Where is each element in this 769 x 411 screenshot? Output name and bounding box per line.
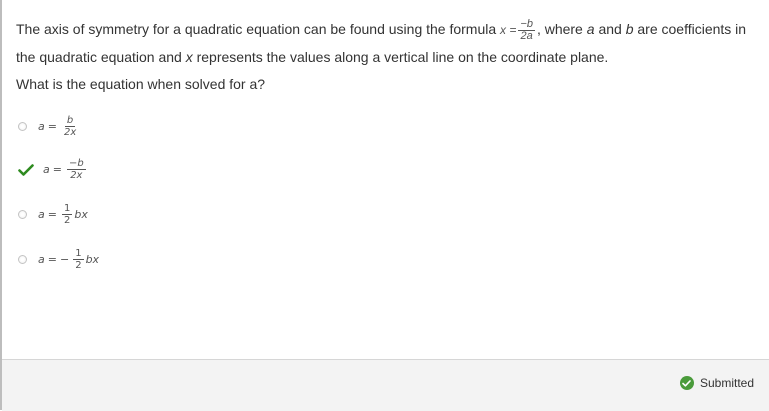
- question-text: The axis of symmetry for a quadratic equ…: [16, 16, 761, 71]
- question-text-part: and: [598, 21, 622, 37]
- option-expression: a = 1 2 bx: [38, 203, 88, 226]
- check-circle-icon: [679, 376, 694, 390]
- formula-lhs: x =: [500, 23, 517, 37]
- option-tail: bx: [85, 253, 100, 266]
- answer-option-4[interactable]: a = − 1 2 bx: [18, 248, 99, 271]
- option-lhs: a: [38, 253, 45, 266]
- radio-button[interactable]: [18, 210, 27, 219]
- option-numerator: 1: [73, 248, 84, 260]
- option-equals: =: [47, 120, 57, 133]
- option-equals: =: [47, 253, 57, 266]
- answer-option-2[interactable]: a = −b 2x: [18, 158, 88, 181]
- option-denominator: 2: [63, 215, 71, 226]
- option-expression: a = −b 2x: [43, 158, 88, 181]
- question-card: The axis of symmetry for a quadratic equ…: [0, 0, 769, 411]
- option-expression: a = − 1 2 bx: [38, 248, 99, 271]
- option-fraction: b 2x: [62, 115, 78, 138]
- option-denominator: 2x: [70, 170, 83, 181]
- variable-x: x: [185, 49, 193, 65]
- question-text-part: The axis of symmetry for a quadratic equ…: [16, 21, 497, 37]
- option-equals: =: [52, 163, 62, 176]
- variable-b: b: [625, 21, 634, 37]
- option-expression: a = b 2x: [38, 115, 80, 138]
- option-lhs: a: [38, 120, 45, 133]
- answer-option-3[interactable]: a = 1 2 bx: [18, 203, 88, 226]
- option-fraction: −b 2x: [66, 158, 86, 181]
- option-lhs: a: [38, 208, 45, 221]
- radio-button[interactable]: [18, 255, 27, 264]
- option-numerator: b: [64, 115, 76, 127]
- radio-button[interactable]: [18, 122, 27, 131]
- question-text-part: represents the values along a vertical l…: [196, 49, 609, 65]
- option-lhs: a: [43, 163, 50, 176]
- question-text-part: , where: [536, 21, 583, 37]
- option-denominator: 2: [75, 260, 82, 271]
- option-equals: =: [47, 208, 57, 221]
- variable-a: a: [586, 21, 595, 37]
- option-denominator: 2x: [63, 127, 77, 138]
- formula-denominator: 2a: [520, 29, 533, 42]
- status-label: Submitted: [699, 376, 754, 390]
- option-fraction: 1 2: [73, 248, 84, 271]
- question-prompt: What is the equation when solved for a?: [16, 76, 266, 92]
- footer-bar: Submitted: [2, 359, 769, 411]
- option-tail: bx: [74, 208, 88, 221]
- answer-option-1[interactable]: a = b 2x: [18, 115, 80, 138]
- submission-status: Submitted: [679, 376, 754, 390]
- option-numerator: −b: [66, 158, 86, 170]
- formula-fraction: −b 2a: [518, 17, 535, 42]
- option-numerator: 1: [61, 203, 73, 215]
- option-fraction: 1 2: [61, 203, 73, 226]
- formula-numerator: −b: [518, 17, 535, 31]
- checkmark-icon: [18, 163, 34, 176]
- option-sign: −: [59, 253, 70, 266]
